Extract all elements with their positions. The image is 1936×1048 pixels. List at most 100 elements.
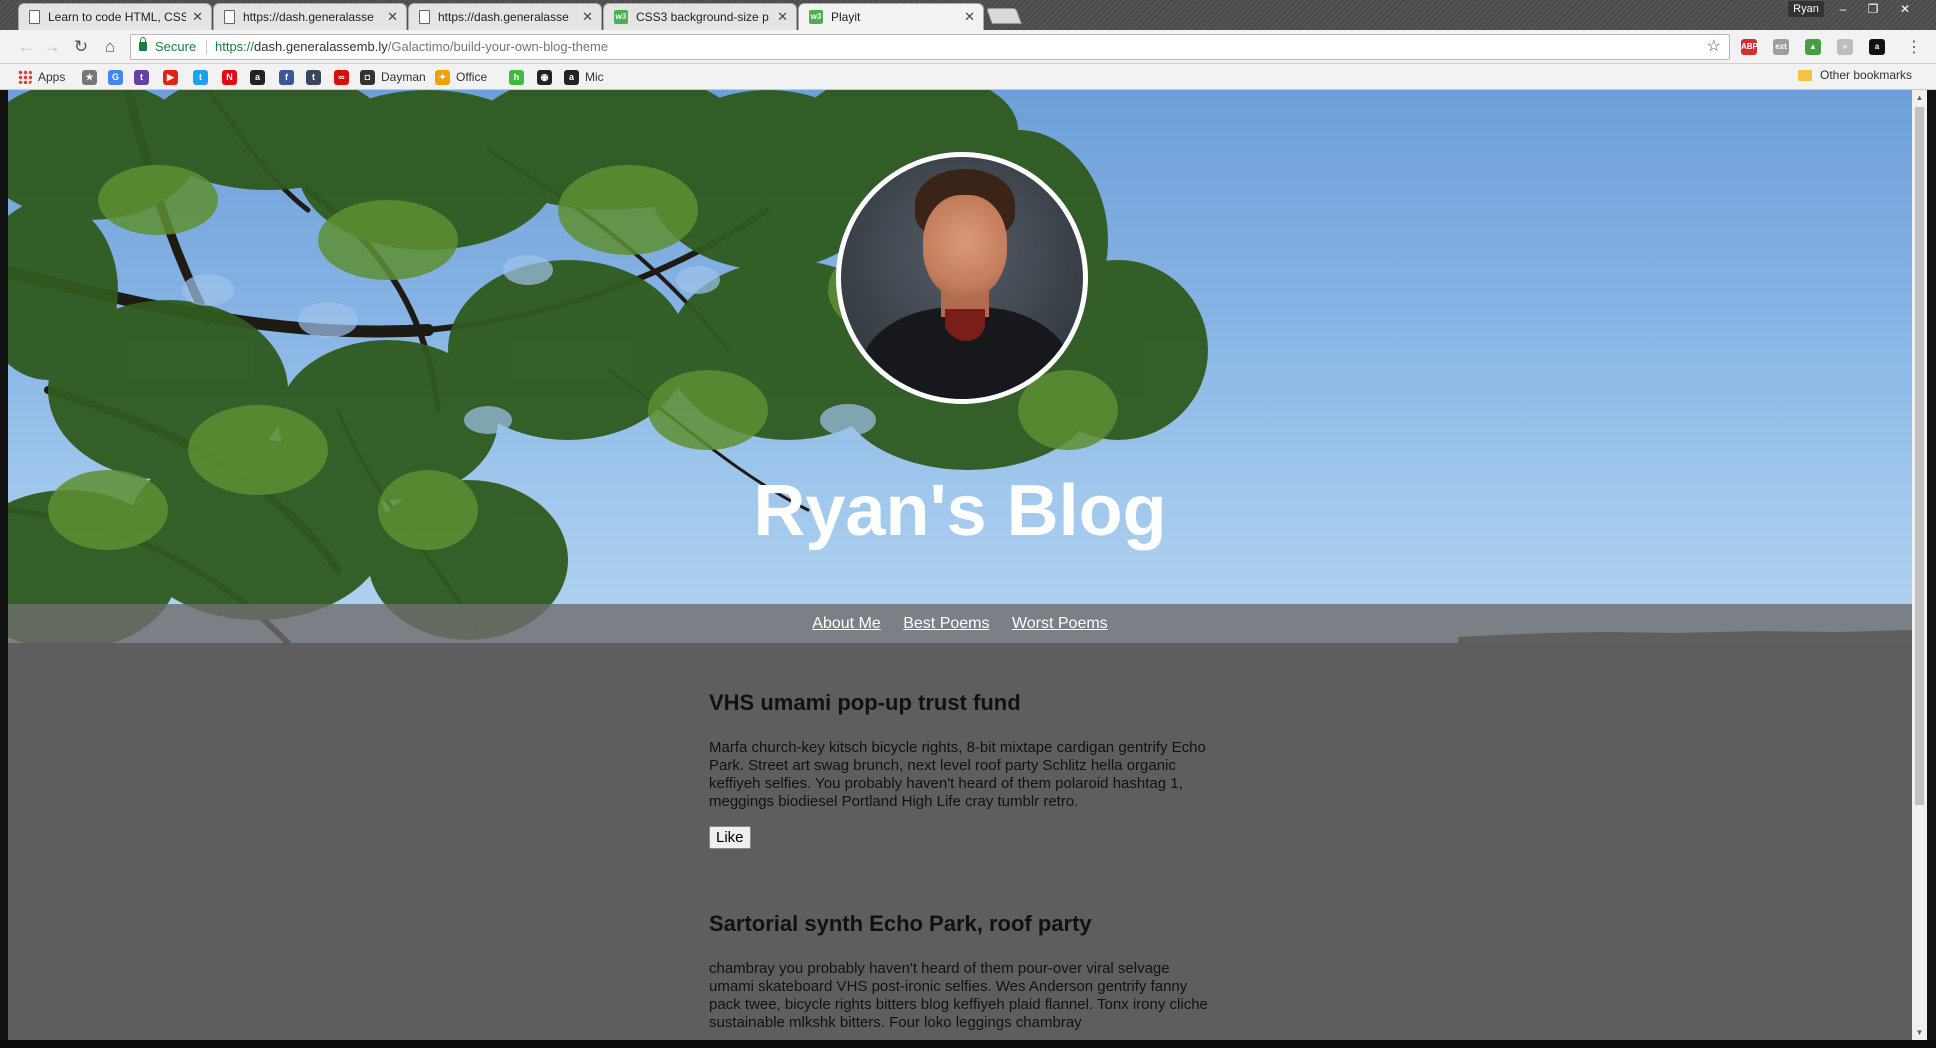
- youtube-icon: ▶: [163, 69, 178, 85]
- new-tab-button[interactable]: [986, 8, 1022, 24]
- menu-icon[interactable]: ⋮: [1906, 37, 1922, 57]
- document-icon: [224, 10, 235, 24]
- tab-1[interactable]: https://dash.generalasse ✕: [213, 3, 407, 30]
- bookmark-label: Dayman: [381, 70, 426, 84]
- tumblr-icon: t: [306, 69, 321, 85]
- bookmark-item[interactable]: N: [222, 68, 237, 86]
- tab-title: Learn to code HTML, CSS: [48, 10, 187, 24]
- post-body: chambray you probably haven't heard of t…: [709, 960, 1208, 1031]
- tab-3[interactable]: w3 CSS3 background-size p ✕: [603, 3, 797, 30]
- bookmark-item[interactable]: a: [250, 68, 265, 86]
- post-body: Marfa church-key kitsch bicycle rights, …: [709, 739, 1206, 810]
- bookmark-item[interactable]: t: [193, 68, 208, 86]
- tab-title: Playit: [831, 10, 861, 24]
- bookmark-label: Mic: [585, 70, 604, 84]
- nav-link-best-poems[interactable]: Best Poems: [903, 615, 989, 632]
- bookmark-item[interactable]: t: [134, 68, 149, 86]
- back-icon[interactable]: ←: [16, 37, 36, 57]
- twitch-icon: t: [134, 69, 149, 85]
- minimize-icon[interactable]: –: [1828, 0, 1858, 18]
- w3schools-icon: w3: [614, 10, 628, 24]
- tab-strip: Learn to code HTML, CSS ✕ https://dash.g…: [0, 0, 1936, 30]
- tab-title: CSS3 background-size p: [636, 10, 769, 24]
- star-icon: ★: [82, 69, 97, 85]
- post-title: VHS umami pop-up trust fund: [709, 690, 1021, 715]
- extension-icon[interactable]: ext: [1773, 39, 1789, 55]
- bookmark-star-icon[interactable]: ☆: [1707, 35, 1721, 59]
- blog-post: VHS umami pop-up trust fund Marfa church…: [709, 690, 1209, 849]
- bookmark-item[interactable]: ∞: [334, 68, 349, 86]
- close-icon[interactable]: ✕: [387, 9, 398, 25]
- bookmark-item[interactable]: f: [279, 68, 294, 86]
- avatar: [836, 152, 1088, 404]
- restore-icon[interactable]: ❐: [1858, 0, 1888, 18]
- scroll-thumb[interactable]: [1915, 107, 1924, 805]
- facebook-icon: f: [279, 69, 294, 85]
- forward-icon[interactable]: →: [42, 37, 62, 57]
- scroll-up-arrow-icon[interactable]: ▲: [1912, 90, 1927, 105]
- close-icon[interactable]: ✕: [964, 9, 975, 25]
- blog-post: Sartorial synth Echo Park, roof party ch…: [709, 911, 1209, 1032]
- document-icon: [419, 10, 430, 24]
- nav-link-about-me[interactable]: About Me: [812, 615, 880, 632]
- scroll-down-arrow-icon[interactable]: ▼: [1912, 1025, 1927, 1040]
- vertical-scrollbar[interactable]: ▲ ▼: [1912, 90, 1927, 1040]
- tab-2[interactable]: https://dash.generalasse ✕: [408, 3, 602, 30]
- bookmark-item[interactable]: h: [509, 68, 524, 86]
- lastfm-icon: ∞: [334, 69, 349, 85]
- bookmark-label: Office: [456, 70, 488, 84]
- post-title: Sartorial synth Echo Park, roof party: [709, 911, 1092, 936]
- instagram-icon: ◘: [360, 69, 375, 85]
- home-icon[interactable]: ⌂: [100, 37, 120, 57]
- bookmarks-bar: Apps ★ Gt ▶ t Na f t ∞ ◘ Dayman ✦ Office h ◉ a Mic Othe…: [0, 64, 1936, 90]
- apps-grid-icon: [18, 70, 32, 84]
- profile-button[interactable]: Ryan: [1788, 1, 1824, 17]
- bookmark-item[interactable]: ✦ Office: [435, 68, 487, 86]
- bookmark-item[interactable]: ★: [82, 68, 97, 86]
- like-button[interactable]: Like: [709, 826, 751, 849]
- tab-title: https://dash.generalasse: [438, 10, 569, 24]
- omnibox-separator: [206, 40, 207, 55]
- adblock-plus-icon[interactable]: ABP: [1741, 39, 1758, 55]
- other-bookmarks[interactable]: Other bookmarks: [1798, 68, 1912, 82]
- twitter-icon: t: [193, 69, 208, 85]
- bookmark-item[interactable]: ◉: [537, 68, 552, 86]
- nav-link-worst-poems[interactable]: Worst Poems: [1012, 615, 1108, 632]
- amazon-icon: a: [250, 69, 265, 85]
- close-icon[interactable]: ✕: [192, 9, 203, 25]
- tab-title: https://dash.generalasse: [243, 10, 374, 24]
- window-close-icon[interactable]: ✕: [1890, 0, 1920, 18]
- bookmark-item[interactable]: G: [108, 68, 123, 86]
- bookmark-label: Apps: [38, 70, 66, 84]
- bookmark-item[interactable]: a Mic: [564, 68, 604, 86]
- bookmark-item[interactable]: ◘ Dayman: [360, 68, 426, 86]
- url-scheme: https://: [215, 39, 255, 54]
- secure-label: Secure: [155, 39, 197, 54]
- reload-icon[interactable]: ↻: [71, 37, 91, 57]
- bookmark-apps[interactable]: Apps: [18, 68, 65, 86]
- amazon-icon[interactable]: a: [1869, 39, 1885, 55]
- w3schools-icon: w3: [809, 10, 823, 24]
- address-bar[interactable]: Secure https://dash.generalassemb.ly/Gal…: [130, 34, 1730, 60]
- tab-0[interactable]: Learn to code HTML, CSS ✕: [18, 3, 212, 30]
- browser-toolbar: ← → ↻ ⌂ Secure https://dash.generalassem…: [0, 30, 1936, 64]
- bookmark-item[interactable]: ▶: [163, 68, 178, 86]
- url-host: dash.generalassemb.ly: [254, 39, 388, 54]
- folder-icon: [1798, 69, 1812, 81]
- url-text[interactable]: https://dash.generalassemb.ly/Galactimo/…: [215, 35, 608, 59]
- tab-4[interactable]: w3 Playit ✕: [798, 3, 984, 30]
- amazon-icon: a: [564, 69, 579, 85]
- close-icon[interactable]: ✕: [582, 9, 593, 25]
- url-path: /Galactimo/build-your-own-blog-theme: [387, 39, 609, 54]
- hulu-icon: h: [509, 69, 524, 85]
- other-bookmarks-label: Other bookmarks: [1820, 68, 1913, 82]
- google-drive-icon[interactable]: ▲: [1805, 39, 1821, 55]
- close-icon[interactable]: ✕: [777, 9, 788, 25]
- document-icon: [29, 10, 40, 24]
- page-viewport: Ryan's Blog About Me Best Poems Worst Po…: [0, 90, 1936, 1040]
- lock-icon: [139, 37, 147, 51]
- bookmark-item[interactable]: t: [306, 68, 321, 86]
- extension-icon[interactable]: »: [1837, 39, 1853, 55]
- blog-page: Ryan's Blog About Me Best Poems Worst Po…: [8, 90, 1912, 1040]
- google-icon: G: [108, 69, 123, 85]
